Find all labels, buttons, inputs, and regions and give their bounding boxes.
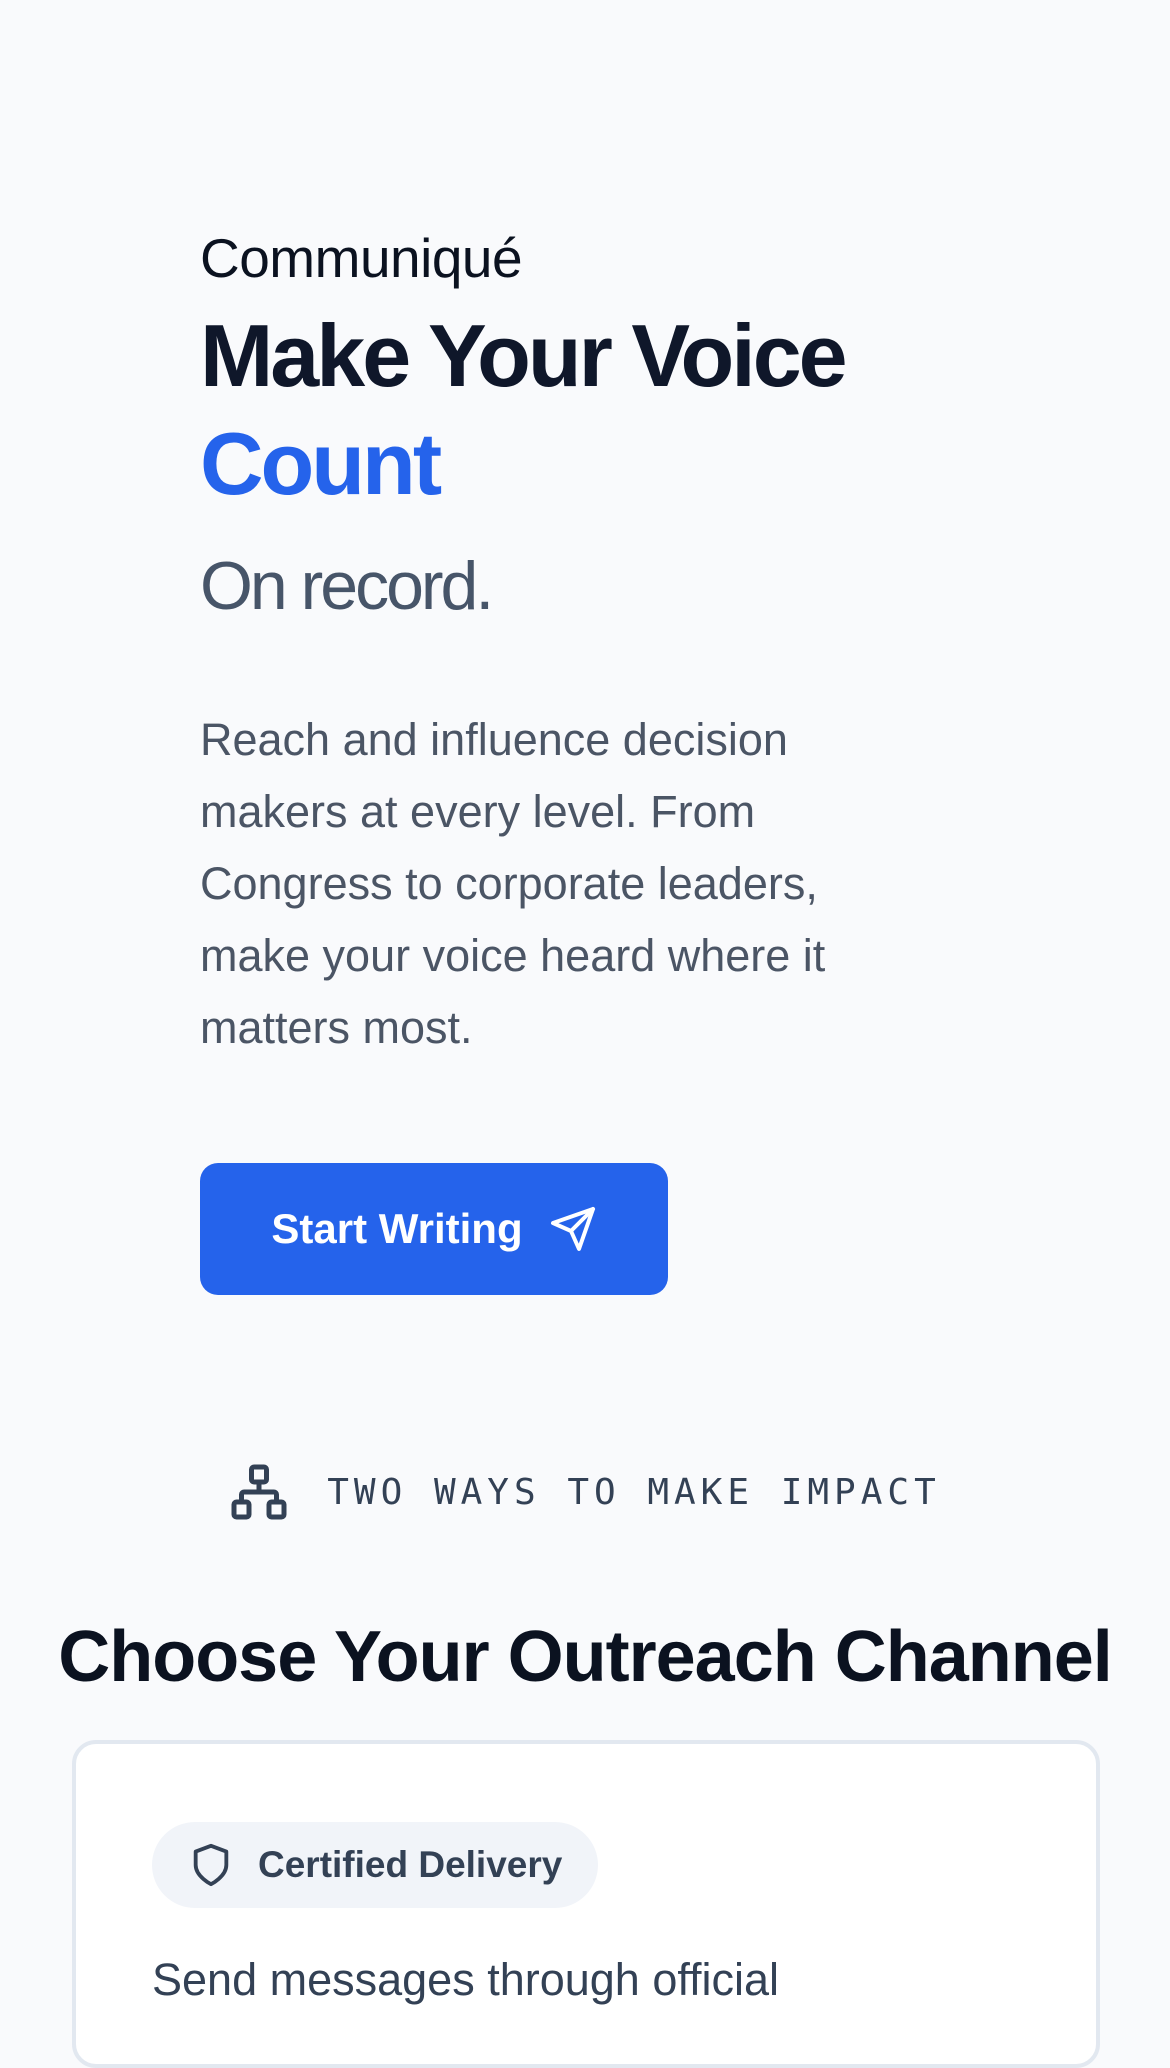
hero-headline: Make Your Voice Count — [200, 302, 960, 518]
card-description: Send messages through official — [152, 1954, 780, 2005]
badge-label: Certified Delivery — [258, 1844, 563, 1885]
hero-subhead: On record. — [200, 548, 494, 624]
section-title: Choose Your Outreach Channel — [58, 1616, 1113, 1697]
certified-delivery-badge: Certified Delivery — [152, 1822, 599, 1908]
network-icon — [231, 1464, 287, 1520]
kicker-text: TWO WAYS TO MAKE IMPACT — [327, 1471, 941, 1513]
outreach-channel-card[interactable]: Certified Delivery Send messages through… — [72, 1740, 1100, 2068]
brand-name: Communiqué — [200, 227, 523, 289]
send-icon — [550, 1207, 595, 1251]
shield-icon — [193, 1843, 229, 1887]
start-writing-button[interactable]: Start Writing — [200, 1163, 668, 1295]
start-writing-label: Start Writing — [271, 1205, 523, 1252]
headline-main: Make Your Voice — [200, 306, 848, 405]
section-kicker: TWO WAYS TO MAKE IMPACT — [0, 1462, 1170, 1522]
headline-accent: Count — [200, 414, 442, 513]
hero-description: Reach and influence decision makers at e… — [200, 714, 826, 1053]
hero-section: Communiqué Make Your Voice Count On reco… — [200, 224, 960, 1064]
